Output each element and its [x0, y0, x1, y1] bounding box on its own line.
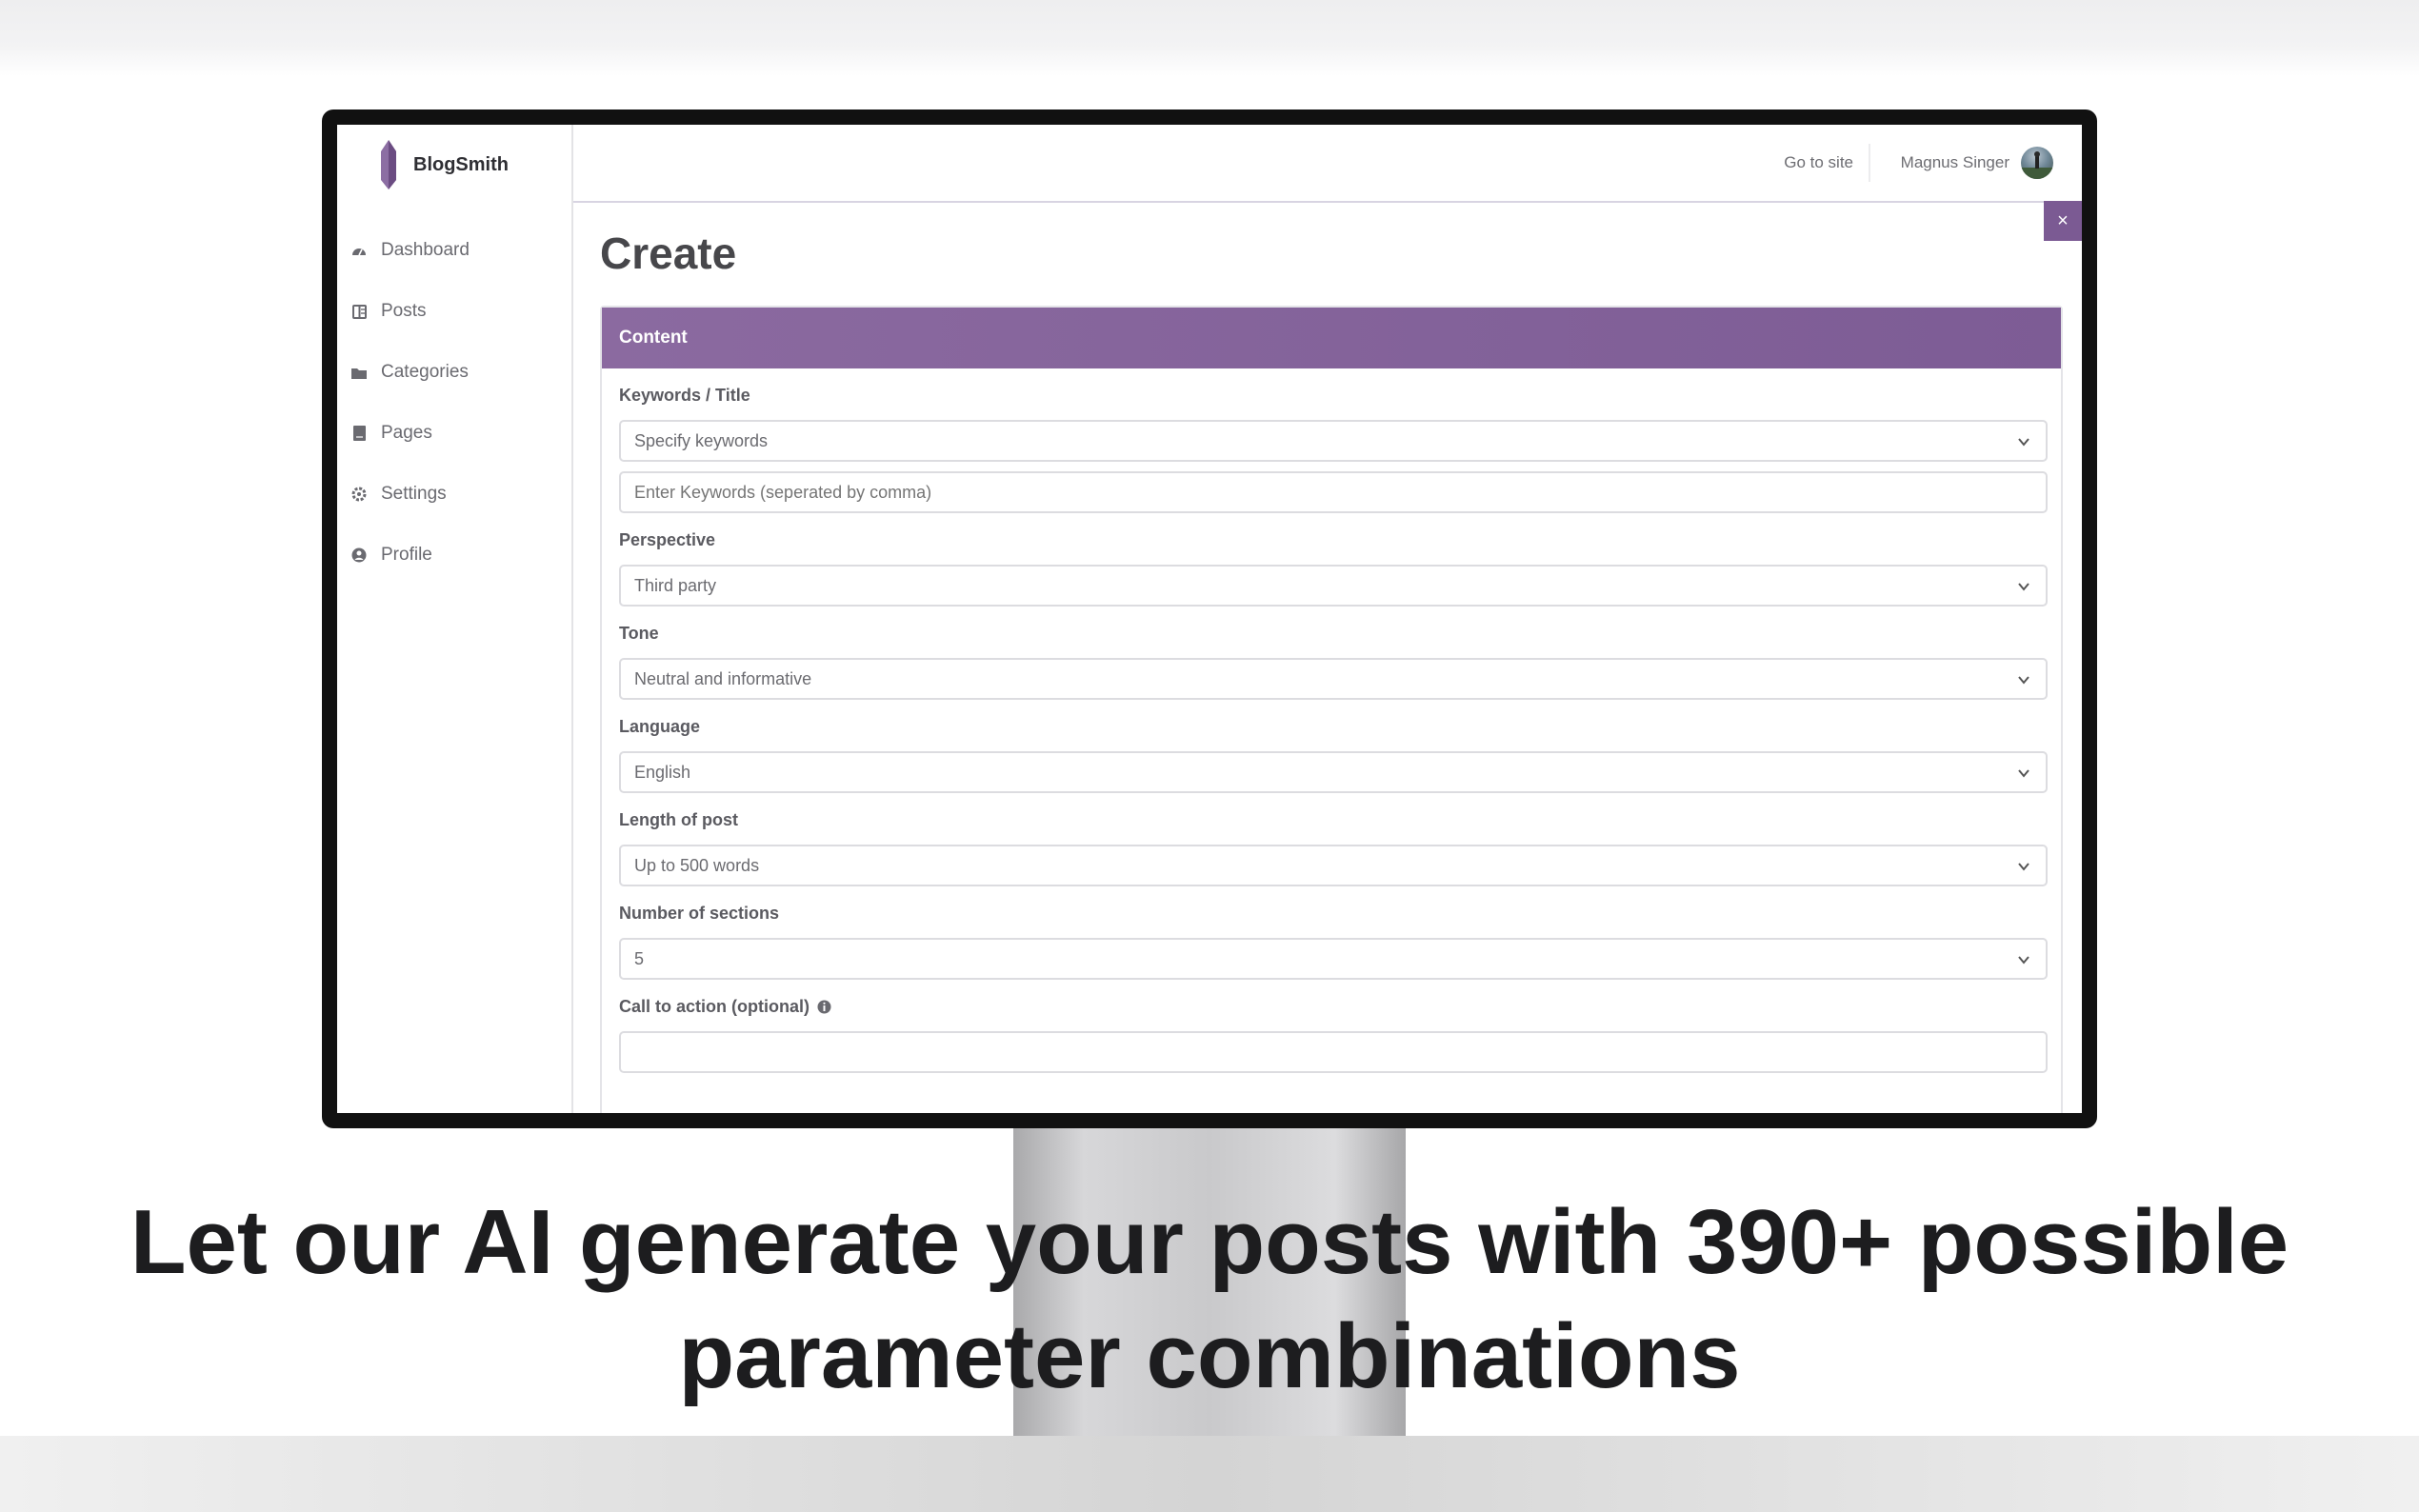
keywords-mode-select[interactable]: Specify keywords	[619, 420, 2048, 462]
select-value: Neutral and informative	[634, 668, 812, 688]
user-name: Magnus Singer	[1900, 153, 2009, 171]
keywords-input[interactable]	[619, 471, 2048, 513]
background-top-shade	[0, 0, 2419, 76]
top-bar: Go to site Magnus Singer	[573, 125, 2082, 203]
chevron-down-icon	[2018, 676, 2029, 685]
sidebar-item-pages[interactable]: Pages	[350, 403, 470, 464]
chevron-down-icon	[2018, 583, 2029, 591]
sidebar-nav: Dashboard Posts Categories Pages Setting…	[350, 220, 470, 586]
folder-icon	[350, 364, 368, 381]
tone-label: Tone	[619, 624, 659, 643]
topbar-divider	[1869, 144, 1870, 182]
chevron-down-icon	[2018, 956, 2029, 965]
sidebar-item-label: Pages	[381, 423, 432, 443]
sections-select[interactable]: 5	[619, 938, 2048, 980]
page-icon	[350, 425, 368, 442]
sidebar: BlogSmith Dashboard Posts Categories Pag…	[337, 125, 573, 1113]
brand[interactable]: BlogSmith	[379, 138, 509, 191]
select-value: Specify keywords	[634, 430, 769, 450]
cta-input[interactable]	[619, 1031, 2048, 1073]
gear-icon	[350, 486, 368, 503]
sidebar-item-label: Posts	[381, 301, 427, 321]
avatar	[2021, 147, 2053, 179]
sidebar-item-categories[interactable]: Categories	[350, 342, 470, 403]
close-button[interactable]: ×	[2044, 201, 2082, 241]
length-label: Length of post	[619, 810, 738, 829]
tone-select[interactable]: Neutral and informative	[619, 658, 2048, 700]
user-circle-icon	[350, 547, 368, 564]
select-value: 5	[634, 948, 645, 968]
chevron-down-icon	[2018, 438, 2029, 447]
cta-label-row: Call to action (optional)	[619, 997, 831, 1017]
sidebar-item-profile[interactable]: Profile	[350, 525, 470, 586]
card-title: Content	[619, 328, 688, 348]
posts-icon	[350, 303, 368, 320]
sidebar-item-dashboard[interactable]: Dashboard	[350, 220, 470, 281]
monitor-frame: BlogSmith Dashboard Posts Categories Pag…	[322, 109, 2097, 1128]
select-value: English	[634, 762, 691, 782]
sidebar-item-label: Settings	[381, 484, 447, 504]
sections-label: Number of sections	[619, 904, 780, 923]
background-floor	[0, 1436, 2419, 1512]
perspective-label: Perspective	[619, 530, 716, 549]
language-label: Language	[619, 717, 701, 736]
chevron-down-icon	[2018, 769, 2029, 778]
marketing-headline-line2: parameter combinations	[678, 1305, 1741, 1407]
card-header: Content	[602, 308, 2061, 368]
length-select[interactable]: Up to 500 words	[619, 845, 2048, 886]
content-card: Content Keywords / Title Specify keyword…	[600, 306, 2063, 1113]
sidebar-item-label: Profile	[381, 545, 432, 565]
sidebar-item-settings[interactable]: Settings	[350, 464, 470, 525]
app-screen: BlogSmith Dashboard Posts Categories Pag…	[337, 125, 2082, 1113]
info-icon[interactable]	[817, 1000, 831, 1014]
language-select[interactable]: English	[619, 751, 2048, 793]
sidebar-item-label: Dashboard	[381, 240, 470, 260]
select-value: Up to 500 words	[634, 855, 760, 875]
perspective-select[interactable]: Third party	[619, 565, 2048, 607]
cta-label: Call to action (optional)	[619, 997, 810, 1016]
page-title: Create	[600, 229, 737, 278]
marketing-headline-line1: Let our AI generate your posts with 390+…	[130, 1191, 2289, 1293]
logo-icon	[381, 140, 396, 189]
select-value: Third party	[634, 575, 717, 595]
keywords-label: Keywords / Title	[619, 386, 750, 405]
sidebar-item-posts[interactable]: Posts	[350, 281, 470, 342]
go-to-site-link[interactable]: Go to site	[1784, 153, 1853, 172]
brand-name: BlogSmith	[413, 153, 509, 175]
dashboard-icon	[350, 242, 368, 259]
user-menu[interactable]: Magnus Singer	[1901, 146, 2053, 180]
sidebar-item-label: Categories	[381, 362, 469, 382]
chevron-down-icon	[2018, 863, 2029, 871]
